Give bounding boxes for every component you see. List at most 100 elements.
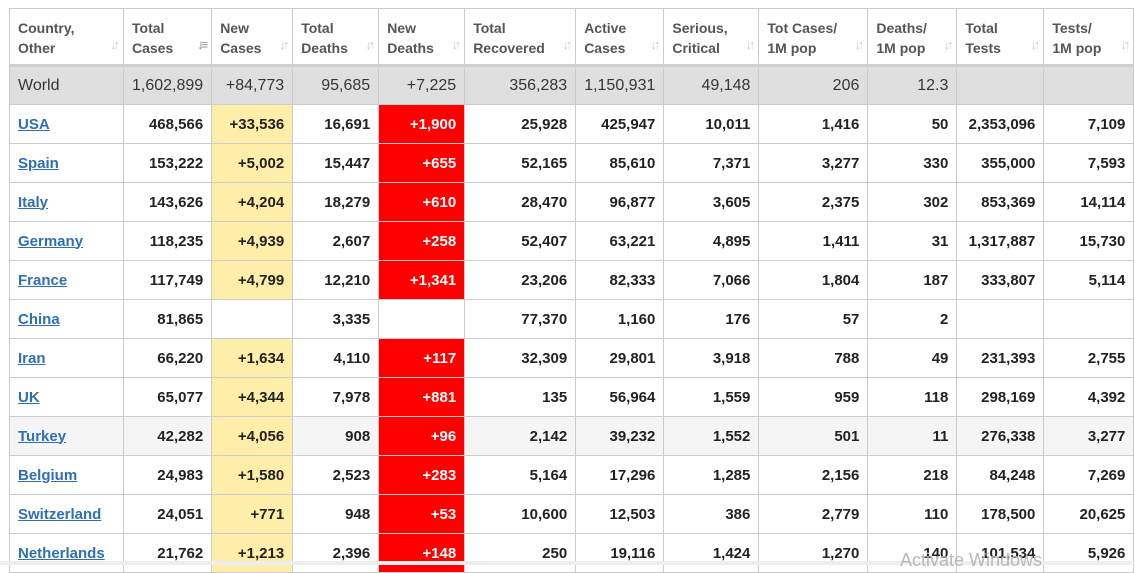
cell-total-tests: 355,000	[956, 143, 1045, 183]
cell-total-cases: 65,077	[122, 377, 213, 417]
column-header-active-cases[interactable]: Active Cases ↓↑	[575, 8, 665, 67]
column-header-deaths-per-1m[interactable]: Deaths/1M pop ↓↑	[867, 8, 958, 67]
sort-icon[interactable]: ↓↑	[451, 35, 461, 55]
column-header-label-line2: 1M pop	[876, 40, 926, 56]
cell-active-cases: 56,964	[575, 377, 665, 417]
cell-deaths-per-1m: 187	[867, 260, 958, 300]
cell-active-cases: 85,610	[575, 143, 665, 183]
country-link[interactable]: Netherlands	[18, 545, 105, 562]
cell-total-tests: 1,317,887	[956, 221, 1045, 261]
column-header-label-line1: Total	[301, 20, 334, 36]
cell-tot-cases-per-1m: 2,779	[758, 494, 869, 534]
table-row: Belgium 24,983 +1,580 2,523 +283 5,164 17,296 1…	[9, 455, 1135, 495]
world-total-row: World 1,602,899 +84,773 95,685 +7,225 356,283…	[9, 65, 1135, 105]
activate-windows-watermark: Activate Windows	[900, 550, 1043, 570]
column-header-total-cases[interactable]: Total Cases ↓≡	[122, 8, 213, 67]
cell-new-deaths: +1,341	[378, 260, 466, 300]
column-header-serious-critical[interactable]: Serious, Critical ↓↑	[663, 8, 760, 67]
sort-icon[interactable]: ↓↑	[279, 35, 289, 55]
sort-icon[interactable]: ↓↑	[943, 35, 953, 55]
country-link[interactable]: Italy	[18, 194, 48, 211]
column-header-new-deaths[interactable]: New Deaths ↓↑	[378, 8, 466, 67]
column-header-label-line1: Total	[965, 20, 998, 36]
table-row: China 81,865 3,335 77,370 1,160 176 57 2	[9, 299, 1135, 339]
cell-total-cases: 24,983	[122, 455, 213, 495]
cell-total-deaths: 15,447	[292, 143, 380, 183]
sort-desc-icon[interactable]: ↓≡	[197, 35, 208, 55]
table-row: Germany 118,235 +4,939 2,607 +258 52,407 63,22…	[9, 221, 1135, 261]
cell-serious-critical: 7,371	[663, 143, 760, 183]
country-link[interactable]: China	[18, 311, 60, 328]
sort-icon[interactable]: ↓↑	[110, 35, 120, 55]
column-header-label-line1: Deaths/	[876, 20, 927, 36]
cell-total-tests: 298,169	[956, 377, 1045, 417]
table-row: Spain 153,222 +5,002 15,447 +655 52,165 85,610…	[9, 143, 1135, 183]
cell-total-cases: 81,865	[122, 299, 213, 339]
column-header-new-cases[interactable]: New Cases ↓↑	[211, 8, 294, 67]
cell-tests-per-1m: 15,730	[1043, 221, 1135, 261]
sort-icon[interactable]: ↓↑	[1120, 35, 1130, 55]
column-header-country[interactable]: Country, Other ↓↑	[9, 8, 124, 67]
cell-country: Netherlands	[9, 533, 124, 573]
cell-total-deaths: 3,335	[292, 299, 380, 339]
country-link[interactable]: UK	[18, 389, 40, 406]
cell-new-deaths: +53	[378, 494, 466, 534]
column-header-total-deaths[interactable]: Total Deaths ↓↑	[292, 8, 380, 67]
cell-deaths-per-1m: 302	[867, 182, 958, 222]
cell-total-cases: 143,626	[122, 182, 213, 222]
country-link[interactable]: Spain	[18, 155, 59, 172]
cell-deaths-per-1m: 12.3	[867, 65, 958, 105]
column-header-label-line1: Total	[132, 20, 165, 36]
country-link[interactable]: USA	[18, 116, 50, 133]
country-link[interactable]: Iran	[18, 350, 46, 367]
cell-deaths-per-1m: 330	[867, 143, 958, 183]
sort-icon[interactable]: ↓↑	[1030, 35, 1040, 55]
column-header-label-line2: 1M pop	[767, 40, 817, 56]
cell-serious-critical: 10,011	[663, 104, 760, 144]
cell-total-tests: 231,393	[956, 338, 1045, 378]
cell-serious-critical: 7,066	[663, 260, 760, 300]
column-header-label-line2: Cases	[584, 40, 626, 56]
cell-new-cases: +4,799	[211, 260, 294, 300]
cell-deaths-per-1m: 50	[867, 104, 958, 144]
sort-icon[interactable]: ↓↑	[650, 35, 660, 55]
table-row: Italy 143,626 +4,204 18,279 +610 28,470 96,877…	[9, 182, 1135, 222]
cell-active-cases: 1,160	[575, 299, 665, 339]
cell-total-recovered: 2,142	[464, 416, 577, 456]
column-header-tests-per-1m[interactable]: Tests/1M pop ↓↑	[1043, 8, 1135, 67]
sort-icon[interactable]: ↓↑	[745, 35, 755, 55]
cell-tot-cases-per-1m: 1,416	[758, 104, 869, 144]
cell-country: World	[9, 65, 124, 105]
column-header-tot-cases-per-1m[interactable]: Tot Cases/1M pop ↓↑	[758, 8, 869, 67]
column-header-total-recovered[interactable]: Total Recovered ↓↑	[464, 8, 577, 67]
country-link[interactable]: Turkey	[18, 428, 66, 445]
cell-active-cases: 12,503	[575, 494, 665, 534]
sort-icon[interactable]: ↓↑	[562, 35, 572, 55]
column-header-label-line2: Other	[18, 40, 56, 56]
cell-country: France	[9, 260, 124, 300]
country-link[interactable]: France	[18, 272, 67, 289]
cell-total-recovered: 28,470	[464, 182, 577, 222]
cell-active-cases: 19,116	[575, 533, 665, 573]
cell-tot-cases-per-1m: 57	[758, 299, 869, 339]
column-header-label-line1: Tot Cases/	[767, 20, 838, 36]
table-row: Switzerland 24,051 +771 948 +53 10,600 12,503 3…	[9, 494, 1135, 534]
cell-total-tests	[956, 299, 1045, 339]
country-link[interactable]: Germany	[18, 233, 83, 250]
sort-icon[interactable]: ↓↑	[854, 35, 864, 55]
table-body: World 1,602,899 +84,773 95,685 +7,225 356,283…	[9, 65, 1135, 573]
cell-serious-critical: 1,552	[663, 416, 760, 456]
sort-icon[interactable]: ↓↑	[365, 35, 375, 55]
header-row: Country, Other ↓↑ Total Cases ↓≡ New Cases ↓↑ Tot…	[9, 8, 1135, 67]
cell-total-cases: 24,051	[122, 494, 213, 534]
cell-total-tests: 84,248	[956, 455, 1045, 495]
cell-active-cases: 96,877	[575, 182, 665, 222]
column-header-total-tests[interactable]: Total Tests ↓↑	[956, 8, 1045, 67]
cell-tests-per-1m: 7,269	[1043, 455, 1135, 495]
cell-tests-per-1m: 4,392	[1043, 377, 1135, 417]
cell-total-deaths: 16,691	[292, 104, 380, 144]
cell-new-deaths: +7,225	[378, 65, 466, 105]
country-link[interactable]: Switzerland	[18, 506, 101, 523]
cell-active-cases: 63,221	[575, 221, 665, 261]
country-link[interactable]: Belgium	[18, 467, 77, 484]
